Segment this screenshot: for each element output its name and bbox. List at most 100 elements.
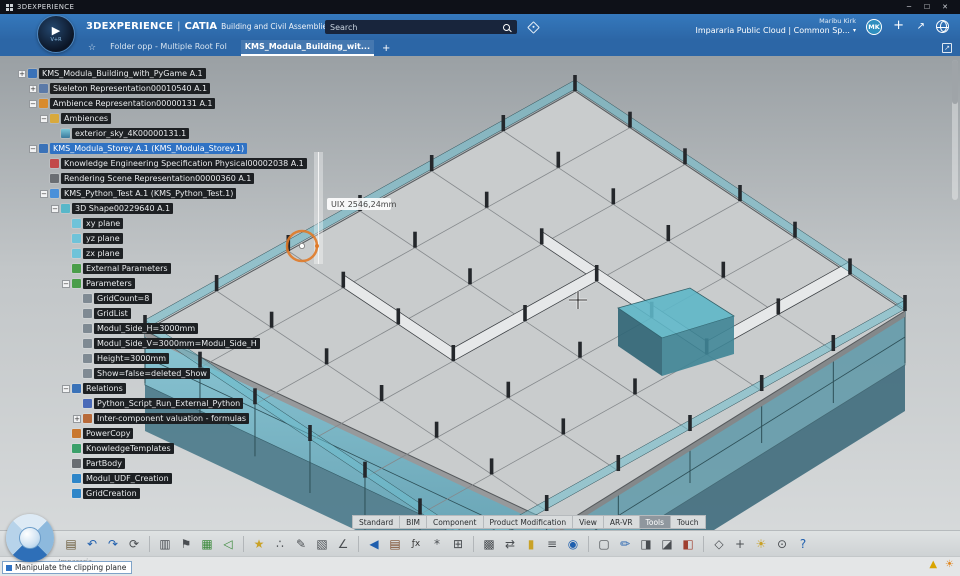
tree-item-label[interactable]: GridCount=8 bbox=[94, 293, 153, 304]
expander-plus-icon[interactable]: + bbox=[18, 69, 26, 78]
tree-item[interactable]: External Parameters bbox=[62, 261, 307, 276]
maximize-button[interactable]: ☐ bbox=[918, 0, 936, 14]
edit-properties-icon[interactable]: ✎ bbox=[292, 535, 310, 553]
share-nodes-icon[interactable]: ∴ bbox=[271, 535, 289, 553]
expander-plus-icon[interactable]: + bbox=[29, 84, 37, 93]
search-input[interactable] bbox=[330, 22, 503, 32]
navigation-compass[interactable] bbox=[6, 514, 54, 562]
tree-item-label[interactable]: Modul_Side_H=3000mm bbox=[94, 323, 199, 334]
tree-item[interactable]: − Ambience Representation00000131 A.1 bbox=[29, 96, 307, 111]
table-icon[interactable]: ⊞ bbox=[449, 535, 467, 553]
tree-item[interactable]: PowerCopy bbox=[62, 426, 307, 441]
workbench-tab-ar-vr[interactable]: AR-VR bbox=[603, 515, 640, 529]
tree-item-label[interactable]: 3D Shape00229640 A.1 bbox=[72, 203, 174, 214]
workbench-tab-view[interactable]: View bbox=[573, 515, 604, 529]
tree-item[interactable]: Python_Script_Run_External_Python bbox=[73, 396, 307, 411]
tree-item[interactable]: GridCreation bbox=[62, 486, 307, 501]
expander-plus-icon[interactable]: + bbox=[73, 414, 81, 423]
search-icon[interactable] bbox=[503, 23, 510, 31]
tree-item-label[interactable]: KMS_Modula_Storey A.1 (KMS_Modula_Storey… bbox=[50, 143, 248, 154]
tree-item-label[interactable]: zx plane bbox=[83, 248, 123, 259]
share-icon[interactable]: ↗ bbox=[917, 21, 925, 32]
workbench-tab-product-modification[interactable]: Product Modification bbox=[483, 515, 574, 529]
analysis-icon[interactable]: ▧ bbox=[313, 535, 331, 553]
tree-item[interactable]: − Parameters bbox=[62, 276, 307, 291]
clipboard-icon[interactable]: ▤ bbox=[62, 535, 80, 553]
favorites-icon[interactable]: ★ bbox=[250, 535, 268, 553]
tree-item[interactable]: + Inter-component valuation - formulas bbox=[73, 411, 307, 426]
tree-item-label[interactable]: Modul_Side_V=3000mm=Modul_Side_H bbox=[94, 338, 260, 349]
redo-icon[interactable]: ↷ bbox=[104, 535, 122, 553]
tree-item-label[interactable]: Relations bbox=[83, 383, 126, 394]
tree-item[interactable]: xy plane bbox=[62, 216, 307, 231]
tree-item[interactable]: Rendering Scene Representation00000360 A… bbox=[40, 171, 307, 186]
close-button[interactable]: ✕ bbox=[936, 0, 954, 14]
playback-icon[interactable]: ◀ bbox=[365, 535, 383, 553]
workbench-tab-tools[interactable]: Tools bbox=[639, 515, 672, 529]
measure-icon[interactable]: ∠ bbox=[334, 535, 352, 553]
tree-item[interactable]: Modul_Side_H=3000mm bbox=[73, 321, 307, 336]
expander-minus-icon[interactable]: − bbox=[29, 144, 37, 153]
expander-minus-icon[interactable]: − bbox=[62, 279, 70, 288]
minimize-button[interactable]: ─ bbox=[900, 0, 918, 14]
report-icon[interactable]: ▢ bbox=[595, 535, 613, 553]
new-tab-button[interactable]: + bbox=[382, 43, 390, 54]
viewport-3d[interactable]: UIX 2546,24mm + KMS_Modula_Building_with_P… bbox=[0, 56, 960, 530]
add-content-button[interactable]: + bbox=[893, 18, 904, 33]
ruler-icon[interactable]: ▮ bbox=[522, 535, 540, 553]
tree-item[interactable]: − Relations bbox=[62, 381, 307, 396]
tree-item-label[interactable]: Ambience Representation00000131 A.1 bbox=[50, 98, 216, 109]
exchange-icon[interactable]: ⇄ bbox=[501, 535, 519, 553]
tree-item-label[interactable]: Ambiences bbox=[61, 113, 112, 124]
tree-item[interactable]: − Ambiences bbox=[40, 111, 307, 126]
fullscreen-icon[interactable]: ↗ bbox=[942, 43, 952, 53]
help-icon[interactable]: ? bbox=[794, 535, 812, 553]
workbench-tab-bim[interactable]: BIM bbox=[400, 515, 427, 529]
tree-item-label[interactable]: External Parameters bbox=[83, 263, 171, 274]
tag-icon[interactable] bbox=[527, 21, 540, 34]
annotate-icon[interactable]: ✏ bbox=[616, 535, 634, 553]
tenant-selector[interactable]: Impararia Public Cloud | Common Sp... ▾ bbox=[695, 26, 856, 35]
camera-icon[interactable]: ⊙ bbox=[773, 535, 791, 553]
app-grid-icon[interactable] bbox=[6, 4, 9, 7]
tree-item[interactable]: + KMS_Modula_Building_with_PyGame A.1 bbox=[18, 66, 307, 81]
tree-item-label[interactable]: Rendering Scene Representation00000360 A… bbox=[61, 173, 255, 184]
section-icon[interactable]: ◨ bbox=[637, 535, 655, 553]
tree-item-label[interactable]: Skeleton Representation00010540 A.1 bbox=[50, 83, 211, 94]
viewport-scrollbar[interactable] bbox=[952, 60, 958, 200]
tree-item[interactable]: KnowledgeTemplates bbox=[62, 441, 307, 456]
tree-item-label[interactable]: exterior_sky_4K00000131.1 bbox=[72, 128, 190, 139]
tree-item-label[interactable]: Parameters bbox=[83, 278, 135, 289]
expander-minus-icon[interactable]: − bbox=[62, 384, 70, 393]
tree-item-label[interactable]: KMS_Python_Test A.1 (KMS_Python_Test.1) bbox=[61, 188, 237, 199]
undo-icon[interactable]: ↶ bbox=[83, 535, 101, 553]
tree-item-label[interactable]: PowerCopy bbox=[83, 428, 134, 439]
tree-item[interactable]: zx plane bbox=[62, 246, 307, 261]
tree-item[interactable]: exterior_sky_4K00000131.1 bbox=[51, 126, 307, 141]
tree-item-label[interactable]: Height=3000mm bbox=[94, 353, 170, 364]
tree-item-label[interactable]: GridCreation bbox=[83, 488, 140, 499]
axes-icon[interactable]: + bbox=[731, 535, 749, 553]
import-icon[interactable]: ◁ bbox=[219, 535, 237, 553]
cube-icon[interactable]: ◇ bbox=[710, 535, 728, 553]
tree-item[interactable]: − KMS_Modula_Storey A.1 (KMS_Modula_Store… bbox=[29, 141, 307, 156]
workbench-tab-standard[interactable]: Standard bbox=[352, 515, 401, 529]
print-icon[interactable]: ▥ bbox=[156, 535, 174, 553]
material-icon[interactable]: ◧ bbox=[679, 535, 697, 553]
brightness-icon[interactable]: ☀ bbox=[945, 559, 954, 570]
favorite-star-icon[interactable]: ☆ bbox=[88, 43, 96, 53]
tree-item-label[interactable]: Python_Script_Run_External_Python bbox=[94, 398, 244, 409]
catalog-icon[interactable]: ▤ bbox=[386, 535, 404, 553]
globe-icon[interactable]: ◉ bbox=[564, 535, 582, 553]
tree-item-label[interactable]: Modul_UDF_Creation bbox=[83, 473, 172, 484]
tree-item[interactable]: Modul_UDF_Creation bbox=[62, 471, 307, 486]
tree-item-label[interactable]: PartBody bbox=[83, 458, 125, 469]
expander-minus-icon[interactable]: − bbox=[51, 204, 59, 213]
tree-item[interactable]: − KMS_Python_Test A.1 (KMS_Python_Test.1) bbox=[40, 186, 307, 201]
tree-item-label[interactable]: Knowledge Engineering Specification Phys… bbox=[61, 158, 307, 169]
tree-item[interactable]: Show=false=deleted_Show bbox=[73, 366, 307, 381]
workbench-tab-touch[interactable]: Touch bbox=[671, 515, 706, 529]
list-view-icon[interactable]: ≡ bbox=[543, 535, 561, 553]
refresh-icon[interactable]: ⟳ bbox=[125, 535, 143, 553]
tree-item[interactable]: PartBody bbox=[62, 456, 307, 471]
